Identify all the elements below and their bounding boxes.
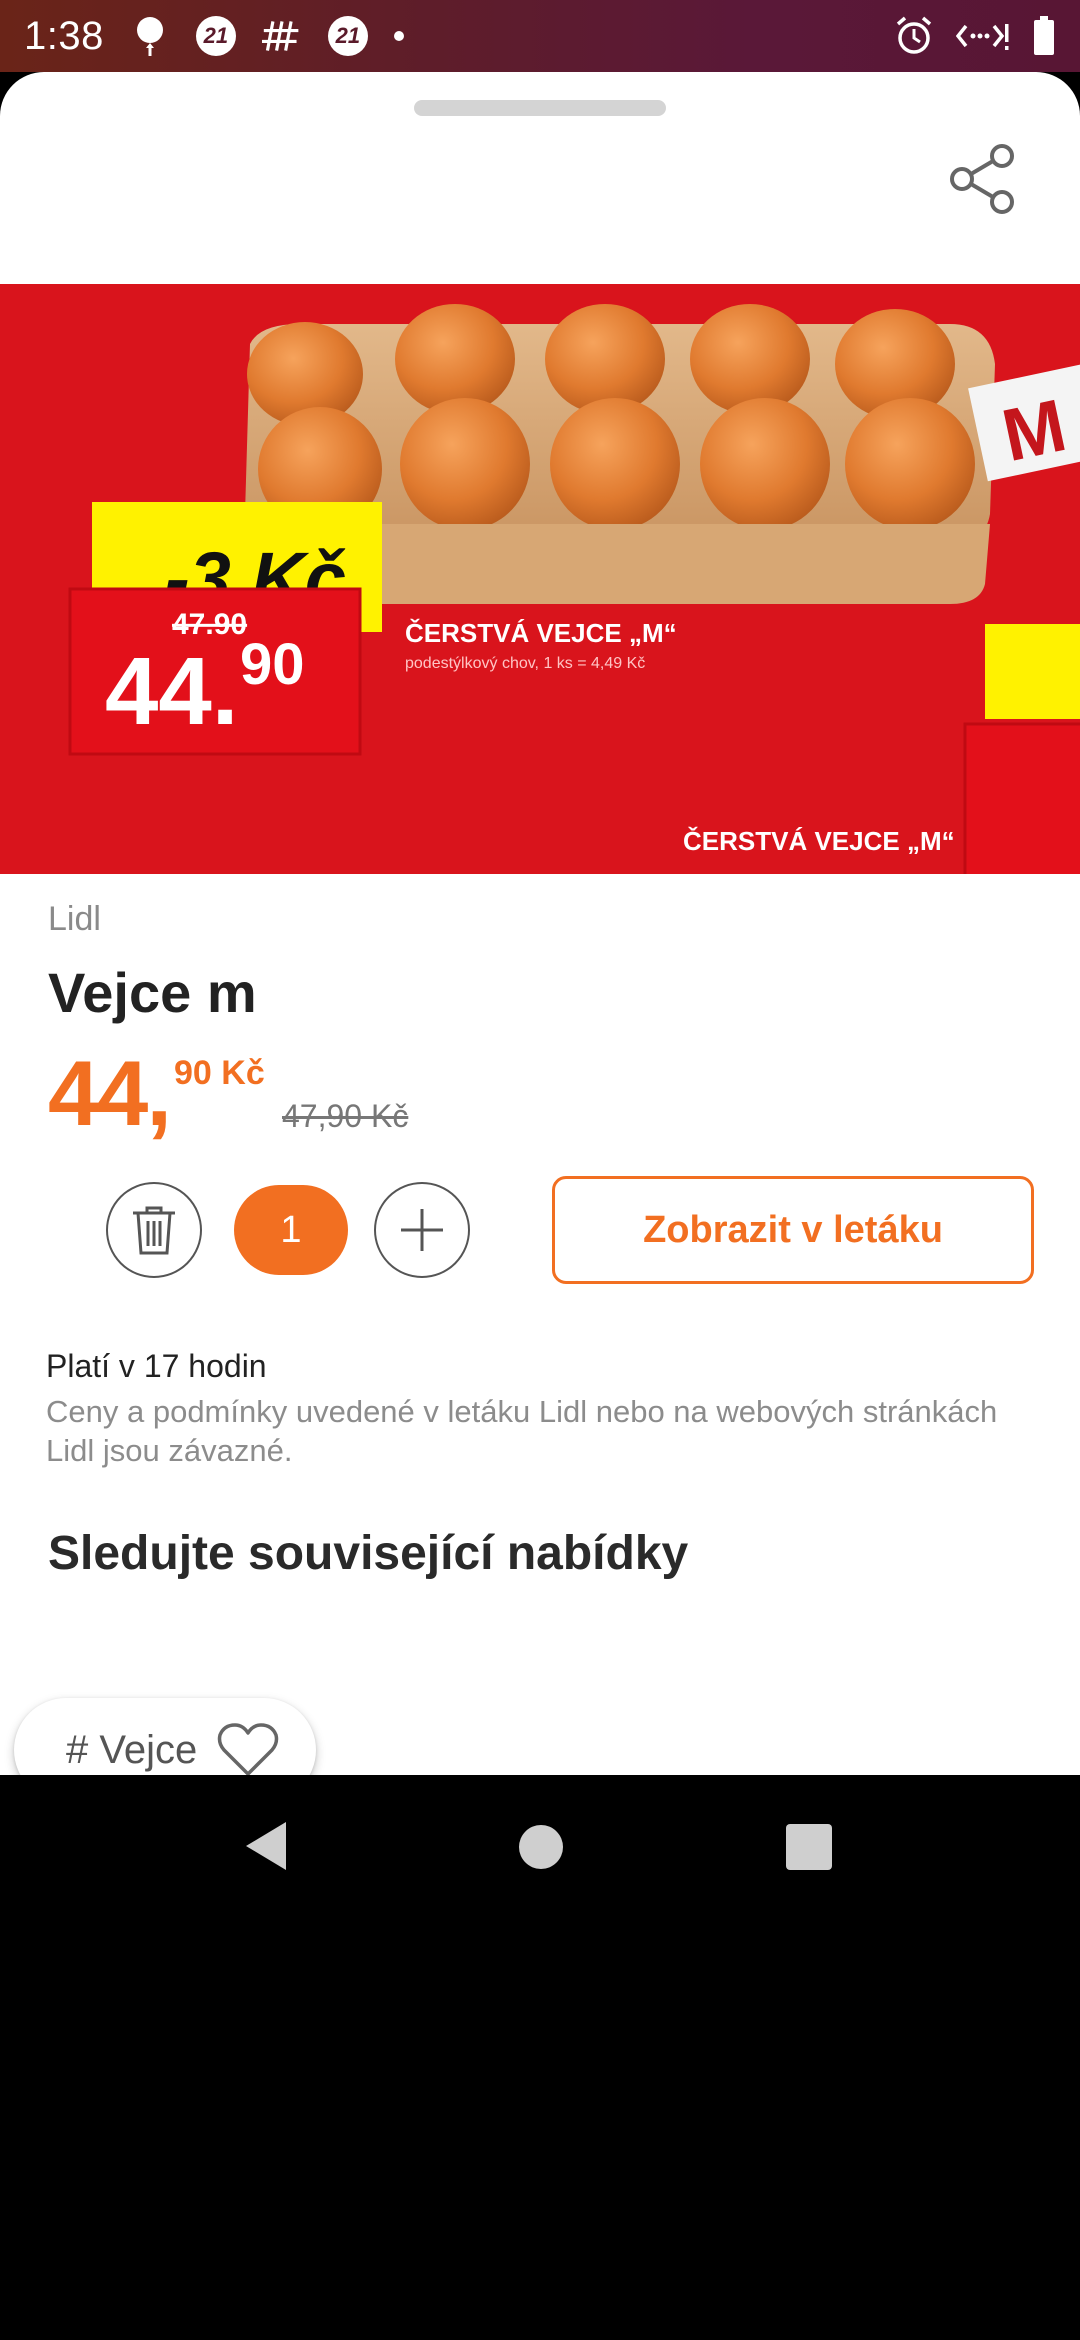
share-button[interactable] — [944, 140, 1022, 218]
plus-icon — [401, 1209, 443, 1251]
share-icon — [950, 144, 1014, 214]
delete-button[interactable] — [106, 1182, 202, 1278]
store-name: Lidl — [48, 900, 101, 938]
badge-21-icon: 21 — [327, 16, 368, 56]
recents-icon — [786, 1824, 832, 1870]
product-title: Vejce m — [48, 961, 257, 1024]
flyer-subline: podestýlkový chov, 1 ks = 4,49 Kč — [405, 655, 645, 672]
balloon-icon — [130, 16, 170, 56]
tag-chip-vejce[interactable]: # Vejce — [14, 1698, 316, 1775]
price-main: 44, — [48, 1043, 172, 1145]
back-button[interactable] — [242, 1820, 290, 1877]
price-cents: 90 Kč — [174, 1054, 265, 1092]
validity-text: Platí v 17 hodin — [46, 1348, 267, 1384]
flyer-price-int: 44. — [105, 638, 238, 745]
flyer-headline-2: ČERSTVÁ VEJCE „M“ — [683, 826, 955, 856]
flyer-price-dec: 90 — [240, 632, 305, 697]
product-image: M -3 Kč 47.90 44. 90 ČERSTVÁ VEJCE „M“ p… — [0, 284, 1080, 874]
flyer-headline: ČERSTVÁ VEJCE „M“ — [405, 618, 677, 648]
recents-button[interactable] — [786, 1824, 832, 1875]
dot-icon — [393, 31, 404, 41]
product-sheet: M -3 Kč 47.90 44. 90 ČERSTVÁ VEJCE „M“ p… — [0, 72, 1080, 1775]
flyer-image: M -3 Kč 47.90 44. 90 ČERSTVÁ VEJCE „M“ p… — [0, 284, 1080, 874]
price-old: 47,90 Kč — [282, 1098, 409, 1134]
home-button[interactable] — [518, 1824, 564, 1875]
quantity-stepper: 1 — [106, 1182, 470, 1278]
back-icon — [246, 1822, 286, 1870]
battery-icon — [1032, 16, 1056, 56]
show-in-flyer-button[interactable]: Zobrazit v letáku — [552, 1176, 1034, 1284]
home-icon — [519, 1825, 563, 1869]
data-saver-icon — [956, 16, 1010, 56]
flyer-old-price: 47.90 — [172, 608, 247, 641]
tag-label: # Vejce — [66, 1727, 198, 1772]
related-offers-title: Sledujte související nabídky — [48, 1527, 689, 1580]
terms-text: Ceny a podmínky uvedené v letáku Lidl ne… — [46, 1394, 998, 1468]
increment-button[interactable] — [374, 1182, 470, 1278]
badge-21-icon: 21 — [195, 16, 236, 56]
quantity-value: 1 — [234, 1185, 348, 1275]
heart-icon[interactable] — [217, 1722, 279, 1775]
drag-handle[interactable] — [414, 100, 666, 116]
status-bar: 1:38 21 21 — [0, 0, 1080, 72]
alarm-icon — [894, 16, 934, 56]
hashtag-icon — [261, 16, 302, 56]
status-time: 1:38 — [24, 13, 104, 58]
trash-icon — [133, 1206, 175, 1255]
